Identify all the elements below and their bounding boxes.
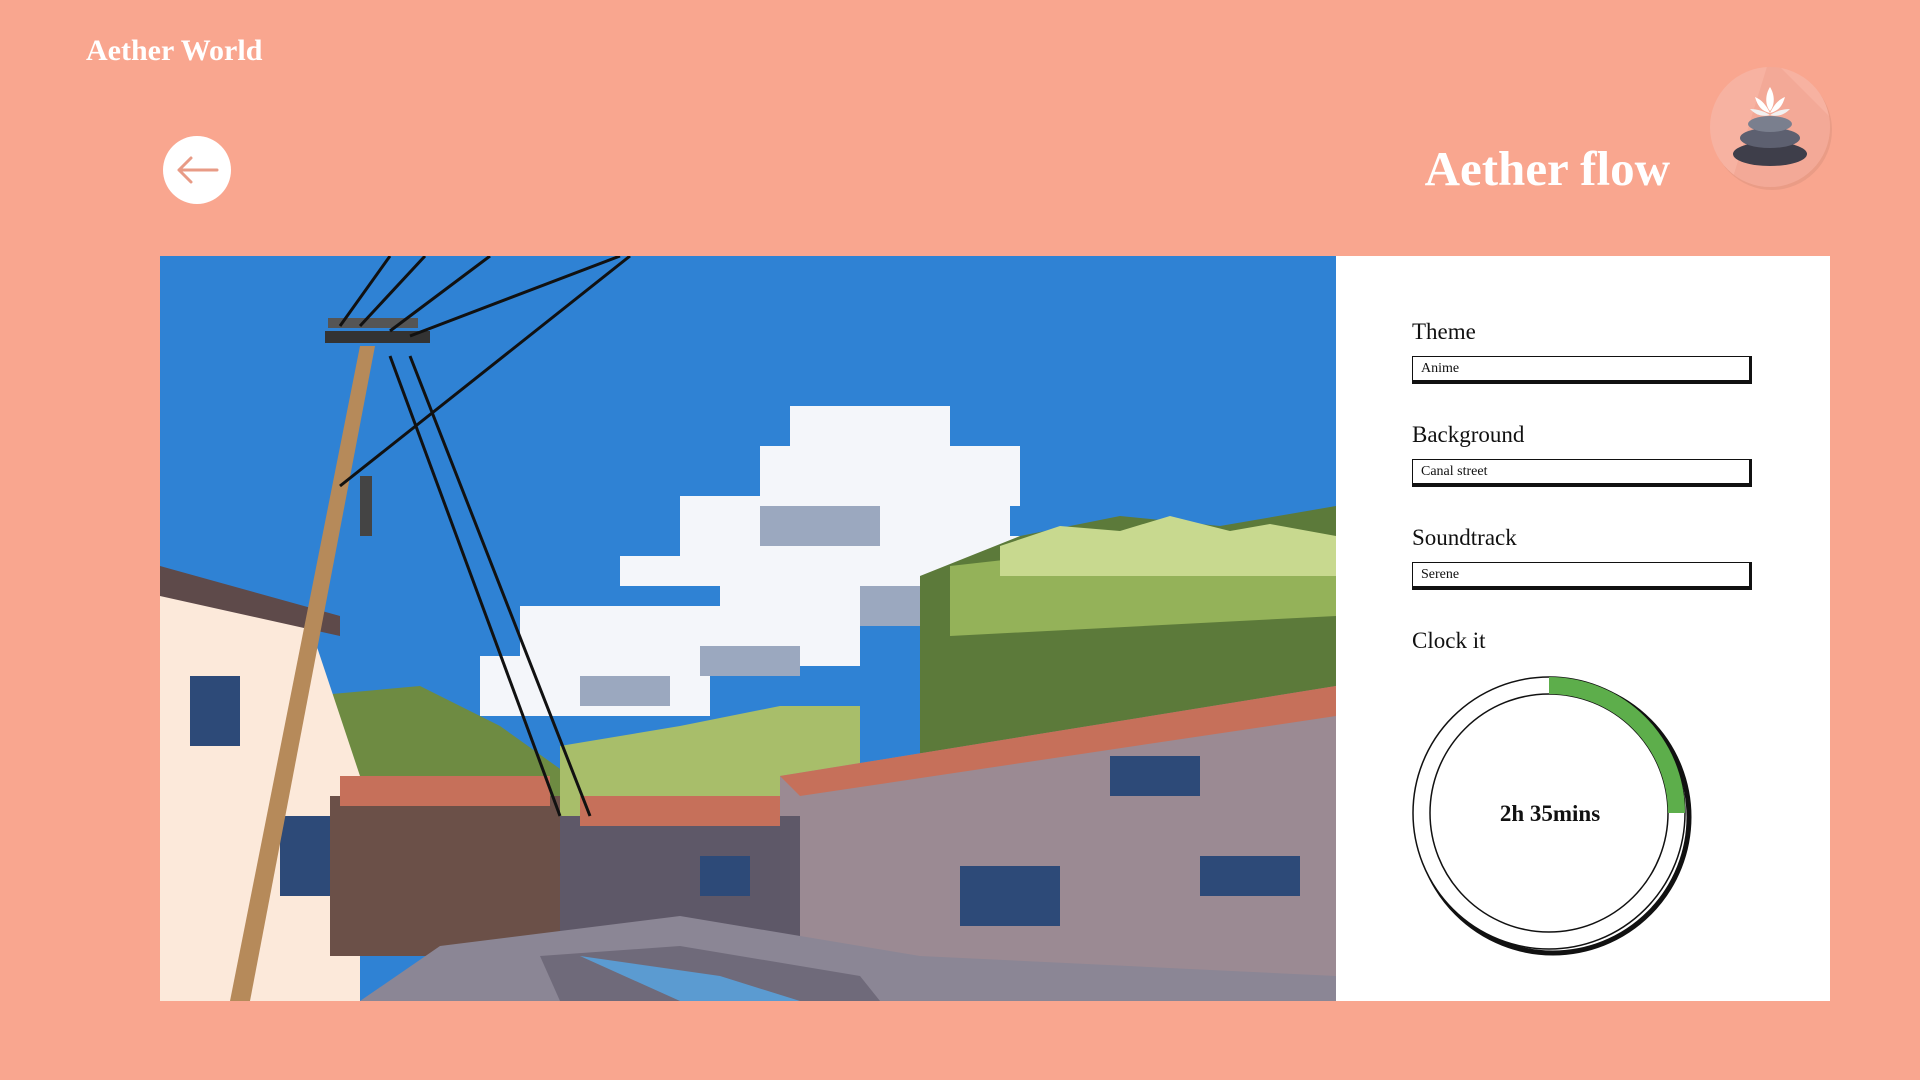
clock-label: Clock it: [1412, 628, 1486, 653]
brand-logo-text[interactable]: Aether World: [86, 34, 262, 68]
background-scene: [160, 256, 1336, 1001]
page-title: Aether flow: [1424, 141, 1670, 196]
app-logo[interactable]: [1710, 67, 1830, 187]
arrow-left-icon: [177, 156, 219, 184]
background-select[interactable]: [1412, 459, 1752, 487]
back-button[interactable]: [163, 136, 231, 204]
clock-timer[interactable]: 2h 35mins: [1412, 676, 1692, 956]
theme-select[interactable]: [1412, 356, 1752, 384]
clock-time: 2h 35mins: [1499, 801, 1601, 826]
soundtrack-label: Soundtrack: [1412, 525, 1517, 550]
theme-label: Theme: [1412, 319, 1476, 344]
soundtrack-select[interactable]: [1412, 562, 1752, 590]
lotus-stones-icon: [1730, 67, 1830, 187]
main-panel: Theme Background Soundtrack Clock it 2h …: [160, 256, 1830, 1001]
background-label: Background: [1412, 422, 1525, 447]
pixel-art-street-scene: [160, 256, 1336, 1001]
